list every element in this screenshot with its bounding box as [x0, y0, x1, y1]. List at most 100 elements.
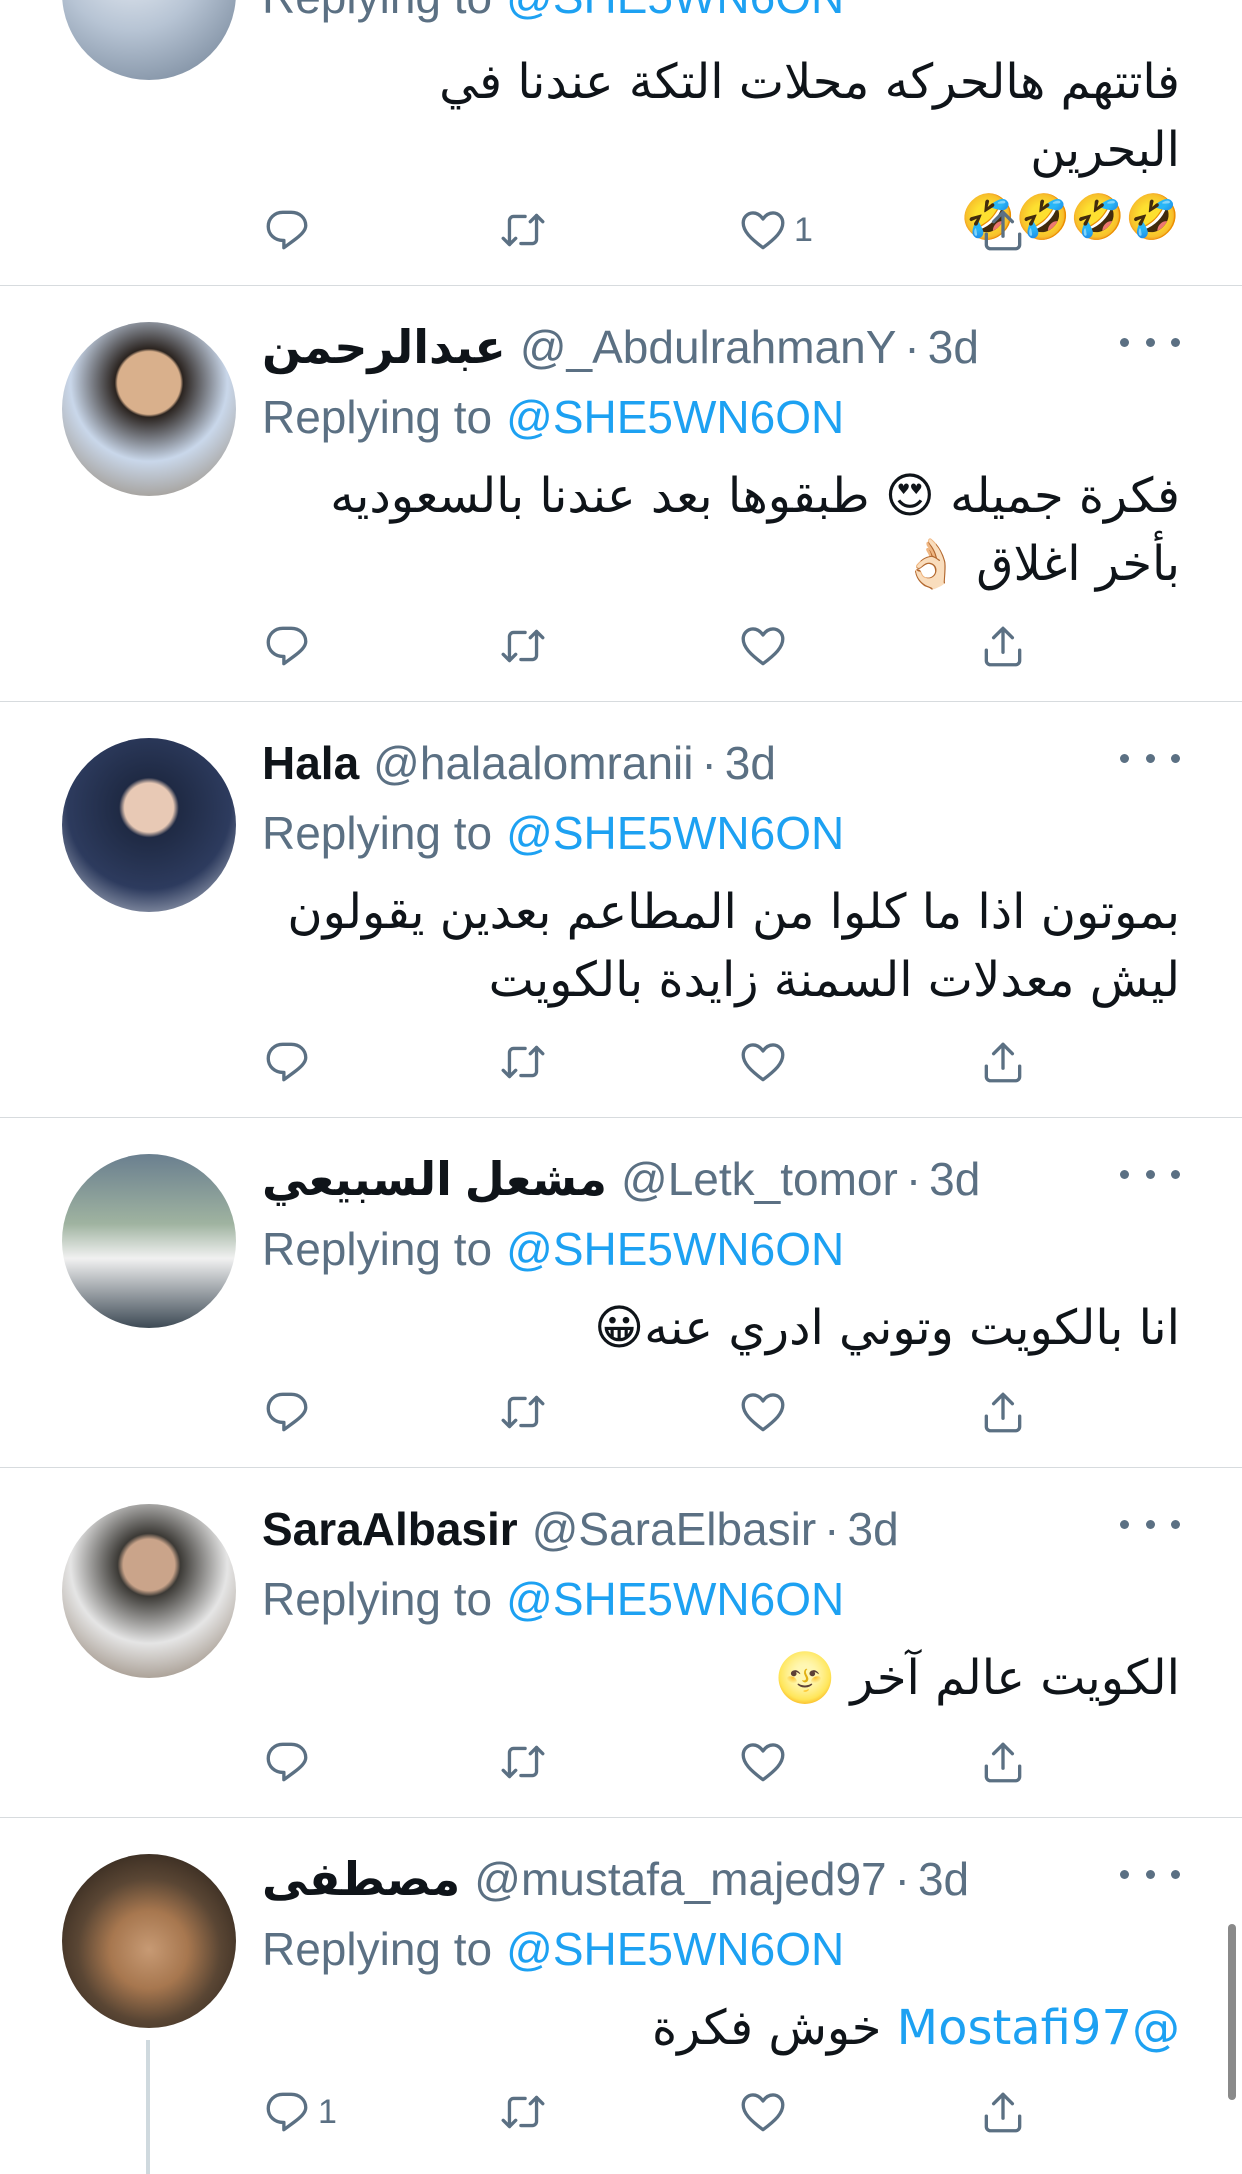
avatar[interactable]	[62, 1154, 236, 1328]
replying-to: Replying to @SHE5WN6ON	[262, 1214, 844, 1284]
tweet-text: بموتون اذا ما كلوا من المطاعم بعدين يقول…	[280, 878, 1180, 1014]
retweet-button[interactable]	[498, 1372, 548, 1452]
tweet[interactable]: Hala @halaalomranii · 3d Replying to @SH…	[0, 702, 1242, 1118]
display-name[interactable]: SaraAlbasir	[262, 1502, 518, 1556]
reply-button[interactable]: 1	[262, 2072, 337, 2152]
tweet-time[interactable]: 3d	[928, 320, 979, 374]
replying-to-mention[interactable]: @SHE5WN6ON	[506, 806, 844, 860]
like-button[interactable]	[738, 1722, 794, 1802]
share-icon	[978, 205, 1028, 255]
reply-button[interactable]	[262, 1722, 318, 1802]
retweet-icon	[498, 1037, 548, 1087]
display-name[interactable]: مصطفى	[262, 1852, 460, 1906]
display-name[interactable]: Hala	[262, 736, 359, 790]
tweet-text-line: بموتون اذا ما كلوا من المطاعم بعدين يقول…	[287, 884, 1180, 940]
tweet-time[interactable]: 3d	[848, 1502, 899, 1556]
reply-icon	[262, 621, 312, 671]
separator-dot: ·	[905, 1153, 922, 1205]
tweet-header: SaraAlbasir @SaraElbasir · 3d	[262, 1494, 899, 1564]
heart-icon	[738, 1737, 788, 1787]
replying-label: Replying to	[262, 1223, 493, 1275]
share-icon	[978, 1737, 1028, 1787]
like-button[interactable]	[738, 1022, 794, 1102]
tweet-header: مشعل السبيعي @Letk_tomor · 3d	[262, 1144, 980, 1214]
user-handle[interactable]: @_AbdulrahmanY	[520, 320, 897, 374]
tweet[interactable]: مشعل السبيعي @Letk_tomor · 3d Replying t…	[0, 1118, 1242, 1468]
share-button[interactable]	[978, 1372, 1028, 1452]
replying-to-mention[interactable]: @SHE5WN6ON	[506, 1572, 844, 1626]
share-button[interactable]	[978, 606, 1028, 686]
more-options-icon[interactable]	[1120, 1504, 1180, 1544]
retweet-button[interactable]	[498, 190, 548, 270]
heart-icon	[738, 205, 788, 255]
tweet-time[interactable]: 3d	[929, 1152, 980, 1206]
replying-to: Replying to @SHE5WN6ON	[262, 1564, 844, 1634]
reply-button[interactable]	[262, 606, 318, 686]
retweet-button[interactable]	[498, 606, 548, 686]
more-options-icon[interactable]	[1120, 1854, 1180, 1894]
reply-button[interactable]	[262, 1372, 318, 1452]
user-handle[interactable]: @Letk_tomor	[621, 1152, 898, 1206]
tweet-time[interactable]: 3d	[725, 736, 776, 790]
separator-dot: ·	[701, 737, 717, 789]
avatar[interactable]	[62, 738, 236, 912]
retweet-button[interactable]	[498, 1722, 548, 1802]
replying-to-mention[interactable]: @SHE5WN6ON	[506, 390, 844, 444]
heart-icon	[738, 1037, 788, 1087]
more-options-icon[interactable]	[1120, 1154, 1180, 1194]
tweet-text-line: خوش فكرة	[651, 2000, 882, 2056]
reply-icon	[262, 1737, 312, 1787]
scrollbar[interactable]	[1228, 1924, 1236, 2100]
retweet-button[interactable]	[498, 2072, 548, 2152]
tweet[interactable]: SaraAlbasir @SaraElbasir · 3d Replying t…	[0, 1468, 1242, 1818]
share-button[interactable]	[978, 1022, 1028, 1102]
tweet-header: Hala @halaalomranii · 3d	[262, 728, 776, 798]
replying-to-mention[interactable]: @SHE5WN6ON	[506, 0, 844, 24]
tweet-time[interactable]: 3d	[918, 1852, 969, 1906]
tweet-text: فكرة جميله 😍 طبقوها بعد عندنا بالسعوديه …	[280, 462, 1180, 598]
user-handle[interactable]: @halaalomranii	[373, 736, 693, 790]
tweet-actions: 1	[0, 2072, 1242, 2152]
tweet[interactable]: عبدالرحمن @_AbdulrahmanY · 3d Replying t…	[0, 286, 1242, 702]
more-options-icon[interactable]	[1120, 738, 1180, 778]
user-handle[interactable]: @mustafa_majed97	[474, 1852, 886, 1906]
tweet-text-line: انا بالكويت وتوني ادري عنه😀	[594, 1300, 1180, 1356]
avatar[interactable]	[62, 1854, 236, 2028]
reply-count: 1	[318, 2092, 337, 2131]
like-button[interactable]: 1	[738, 190, 813, 270]
replying-to-mention[interactable]: @SHE5WN6ON	[506, 1222, 844, 1276]
reply-button[interactable]	[262, 190, 318, 270]
display-name[interactable]: عبدالرحمن	[262, 320, 506, 374]
share-icon	[978, 2087, 1028, 2137]
reply-icon	[262, 2087, 312, 2137]
heart-icon	[738, 1387, 788, 1437]
separator-dot: ·	[894, 1853, 910, 1905]
like-button[interactable]	[738, 2072, 794, 2152]
like-button[interactable]	[738, 606, 794, 686]
share-icon	[978, 1387, 1028, 1437]
share-button[interactable]	[978, 1722, 1028, 1802]
tweet-text-line: فاتتهم هالحركه محلات التكة عندنا في البح…	[439, 54, 1180, 178]
more-options-icon[interactable]	[1120, 322, 1180, 362]
user-handle[interactable]: @SaraElbasir	[532, 1502, 816, 1556]
reply-button[interactable]	[262, 1022, 318, 1102]
retweet-icon	[498, 2087, 548, 2137]
avatar[interactable]	[62, 1504, 236, 1678]
reply-icon	[262, 205, 312, 255]
share-button[interactable]	[978, 190, 1028, 270]
display-name[interactable]: مشعل السبيعي	[262, 1152, 607, 1206]
like-button[interactable]	[738, 1372, 794, 1452]
tweet-text: @Mostafi97 خوش فكرة	[280, 1994, 1180, 2062]
replying-to-mention[interactable]: @SHE5WN6ON	[506, 1922, 844, 1976]
reply-icon	[262, 1387, 312, 1437]
retweet-button[interactable]	[498, 1022, 548, 1102]
tweet[interactable]: Replying to @SHE5WN6ON فاتتهم هالحركه مح…	[0, 0, 1242, 286]
share-button[interactable]	[978, 2072, 1028, 2152]
share-icon	[978, 621, 1028, 671]
avatar[interactable]	[62, 0, 236, 80]
avatar[interactable]	[62, 322, 236, 496]
separator-dot: ·	[824, 1503, 840, 1555]
tweet[interactable]: مصطفى @mustafa_majed97 · 3d Replying to …	[0, 1818, 1242, 2174]
replying-to: Replying to @SHE5WN6ON	[262, 798, 844, 868]
mention-link[interactable]: @Mostafi97	[897, 2000, 1180, 2056]
